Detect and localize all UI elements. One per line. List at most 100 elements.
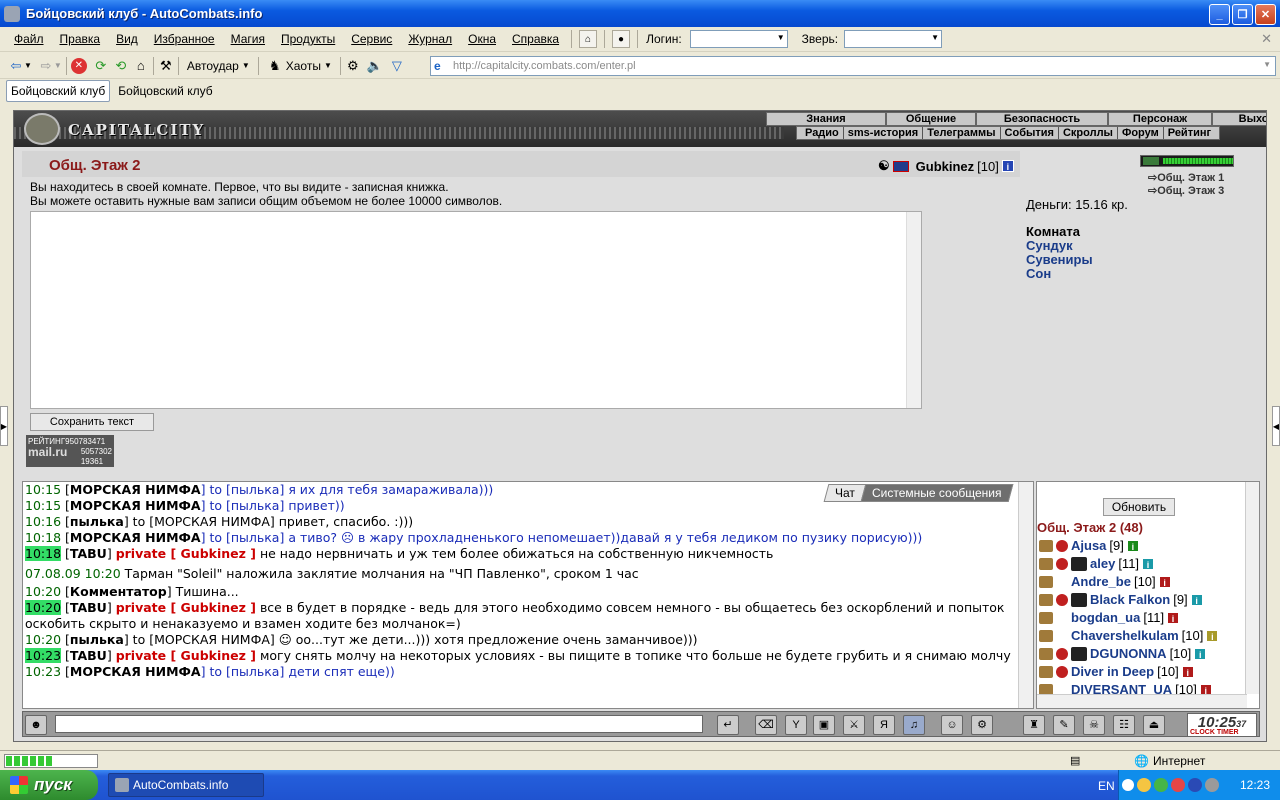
private-chat-icon[interactable]	[1039, 539, 1053, 552]
private-tag[interactable]: private [ Gubkinez ]	[116, 546, 256, 561]
music-icon[interactable]: ♫	[903, 715, 925, 735]
chat-nick[interactable]: TABU	[70, 648, 107, 663]
user-row[interactable]: bogdan_ua [11] i	[1039, 610, 1180, 625]
menu-edit[interactable]: Правка	[52, 32, 109, 46]
start-button[interactable]: пуск	[0, 770, 98, 800]
stop-icon[interactable]: ✕	[70, 57, 87, 74]
private-chat-icon[interactable]	[1039, 593, 1053, 606]
menubar-close-icon[interactable]: ✕	[1261, 31, 1272, 47]
user-row[interactable]: DGUNONNA [10] i	[1039, 646, 1207, 661]
chat-nick[interactable]: пылька	[70, 514, 124, 529]
chat-nick[interactable]: пылька	[70, 632, 124, 647]
nav-exit[interactable]: Выход	[1212, 112, 1266, 126]
chat-time[interactable]: 10:23	[25, 648, 62, 663]
user-list-info-icon[interactable]: i	[1206, 629, 1219, 642]
mailru-counter[interactable]: РЕЙТИНГ950783471 mail.ru 5057302 19361	[26, 435, 114, 467]
user-list-name[interactable]: Chavershelkulam	[1071, 628, 1179, 643]
exit-icon[interactable]: ⏏	[1143, 715, 1165, 735]
left-panel-toggle[interactable]: ▶	[0, 406, 8, 446]
eraser-icon[interactable]: ⌫	[755, 715, 777, 735]
nav-communication[interactable]: Общение	[886, 112, 976, 126]
sound-icon[interactable]: 🔈	[367, 58, 383, 74]
options-icon[interactable]: ⚙	[971, 715, 993, 735]
chat-time[interactable]: 10:15	[25, 498, 61, 513]
user-list-name[interactable]: Andre_be	[1071, 574, 1131, 589]
nav-sms-history[interactable]: sms-история	[844, 127, 924, 139]
send-icon[interactable]: ↵	[717, 715, 739, 735]
chat-time[interactable]: 07.08.09 10:20	[25, 566, 121, 581]
link-chest[interactable]: Сундук	[1026, 239, 1093, 253]
user-row[interactable]: Chavershelkulam [10] i	[1039, 628, 1219, 643]
chat-time[interactable]: 10:23	[25, 664, 61, 679]
private-chat-icon[interactable]	[1039, 611, 1053, 624]
user-list-name[interactable]: Black Falkon	[1090, 592, 1170, 607]
save-text-button[interactable]: Сохранить текст	[30, 413, 154, 431]
refresh-all-icon[interactable]: ⟲	[113, 58, 129, 74]
inventory-icon[interactable]: ♜	[1023, 715, 1045, 735]
menu-view[interactable]: Вид	[108, 32, 146, 46]
chat-time[interactable]: 10:15	[25, 482, 61, 497]
filter-icon[interactable]: ▽	[389, 58, 405, 74]
menu-favorites[interactable]: Избранное	[146, 32, 223, 46]
chat-time[interactable]: 10:18	[25, 530, 61, 545]
taskbar-item[interactable]: AutoCombats.info	[108, 773, 264, 797]
user-row[interactable]: Black Falkon [9] i	[1039, 592, 1203, 607]
private-tag[interactable]: private [ Gubkinez ]	[116, 648, 256, 663]
refresh-button[interactable]: Обновить	[1103, 498, 1175, 516]
user-row[interactable]: aley [11] i	[1039, 556, 1155, 571]
building-icon[interactable]: ⌂	[579, 30, 598, 48]
beast-select[interactable]: ▼	[844, 30, 943, 48]
menu-service[interactable]: Сервис	[343, 32, 400, 46]
nav-scrolls[interactable]: Скроллы	[1059, 127, 1118, 139]
notepad-scrollbar[interactable]	[906, 212, 921, 408]
filter-chat-icon[interactable]: Y	[785, 715, 807, 735]
user-list-name[interactable]: Diver in Deep	[1071, 664, 1154, 679]
user-list-info-icon[interactable]: i	[1158, 575, 1171, 588]
nav-telegrams[interactable]: Телеграммы	[923, 127, 1001, 139]
chat-time[interactable]: 10:20	[25, 584, 61, 599]
private-chat-icon[interactable]	[1039, 665, 1053, 678]
user-list-name[interactable]: bogdan_ua	[1071, 610, 1140, 625]
user-list-hscroll[interactable]	[1037, 694, 1247, 708]
home-icon[interactable]: ⌂	[133, 58, 149, 74]
nav-events[interactable]: События	[1001, 127, 1059, 139]
nav-rating[interactable]: Рейтинг	[1164, 127, 1215, 139]
minimize-button[interactable]: _	[1209, 4, 1230, 25]
user-list-name[interactable]: DGUNONNA	[1090, 646, 1167, 661]
tray-icon-4[interactable]	[1188, 778, 1202, 792]
mask-icon[interactable]: ☠	[1083, 715, 1105, 735]
chat-nick[interactable]: МОРСКАЯ НИМФА	[70, 530, 201, 545]
chat-nick[interactable]: Комментатор	[70, 584, 167, 599]
maximize-button[interactable]: ❐	[1232, 4, 1253, 25]
user-list-name[interactable]: aley	[1090, 556, 1115, 571]
tab-combats-1[interactable]: Бойцовский клуб	[6, 80, 111, 102]
chat-nick[interactable]: TABU	[70, 600, 107, 615]
notepad-textarea[interactable]	[30, 211, 922, 409]
back-icon[interactable]: ⇦	[8, 58, 24, 74]
floor-1-link[interactable]: ⇨Общ. Этаж 1	[1148, 171, 1224, 184]
translit-icon[interactable]: Я	[873, 715, 895, 735]
floor-3-link[interactable]: ⇨Общ. Этаж 3	[1148, 184, 1224, 197]
nav-radio[interactable]: Радио	[801, 127, 844, 139]
user-list-info-icon[interactable]: i	[1126, 539, 1139, 552]
chat-time[interactable]: 10:18	[25, 546, 62, 561]
chat-time[interactable]: 10:20	[25, 632, 61, 647]
menu-magic[interactable]: Магия	[223, 32, 273, 46]
menu-journal[interactable]: Журнал	[400, 32, 460, 46]
chat-nick[interactable]: МОРСКАЯ НИМФА	[70, 498, 201, 513]
user-name[interactable]: Gubkinez	[916, 159, 975, 174]
user-list-info-icon[interactable]: i	[1194, 647, 1207, 660]
user-list-info-icon[interactable]: i	[1167, 611, 1180, 624]
refresh-icon[interactable]: ⟳	[93, 58, 109, 74]
tab-system-messages[interactable]: Системные сообщения	[861, 484, 1014, 502]
user-row[interactable]: Andre_be [10] i	[1039, 574, 1171, 589]
quest-icon[interactable]: ✎	[1053, 715, 1075, 735]
tray-icon-1[interactable]	[1137, 778, 1151, 792]
chat-mode-icon[interactable]: ☻	[25, 715, 47, 735]
bulb-icon[interactable]: ●	[612, 30, 631, 48]
chat-nick[interactable]: МОРСКАЯ НИМФА	[70, 664, 201, 679]
chat-input[interactable]	[55, 715, 703, 733]
user-list-info-icon[interactable]: i	[1181, 665, 1194, 678]
menu-help[interactable]: Справка	[504, 32, 567, 46]
nav-knowledge[interactable]: Знания	[766, 112, 886, 126]
